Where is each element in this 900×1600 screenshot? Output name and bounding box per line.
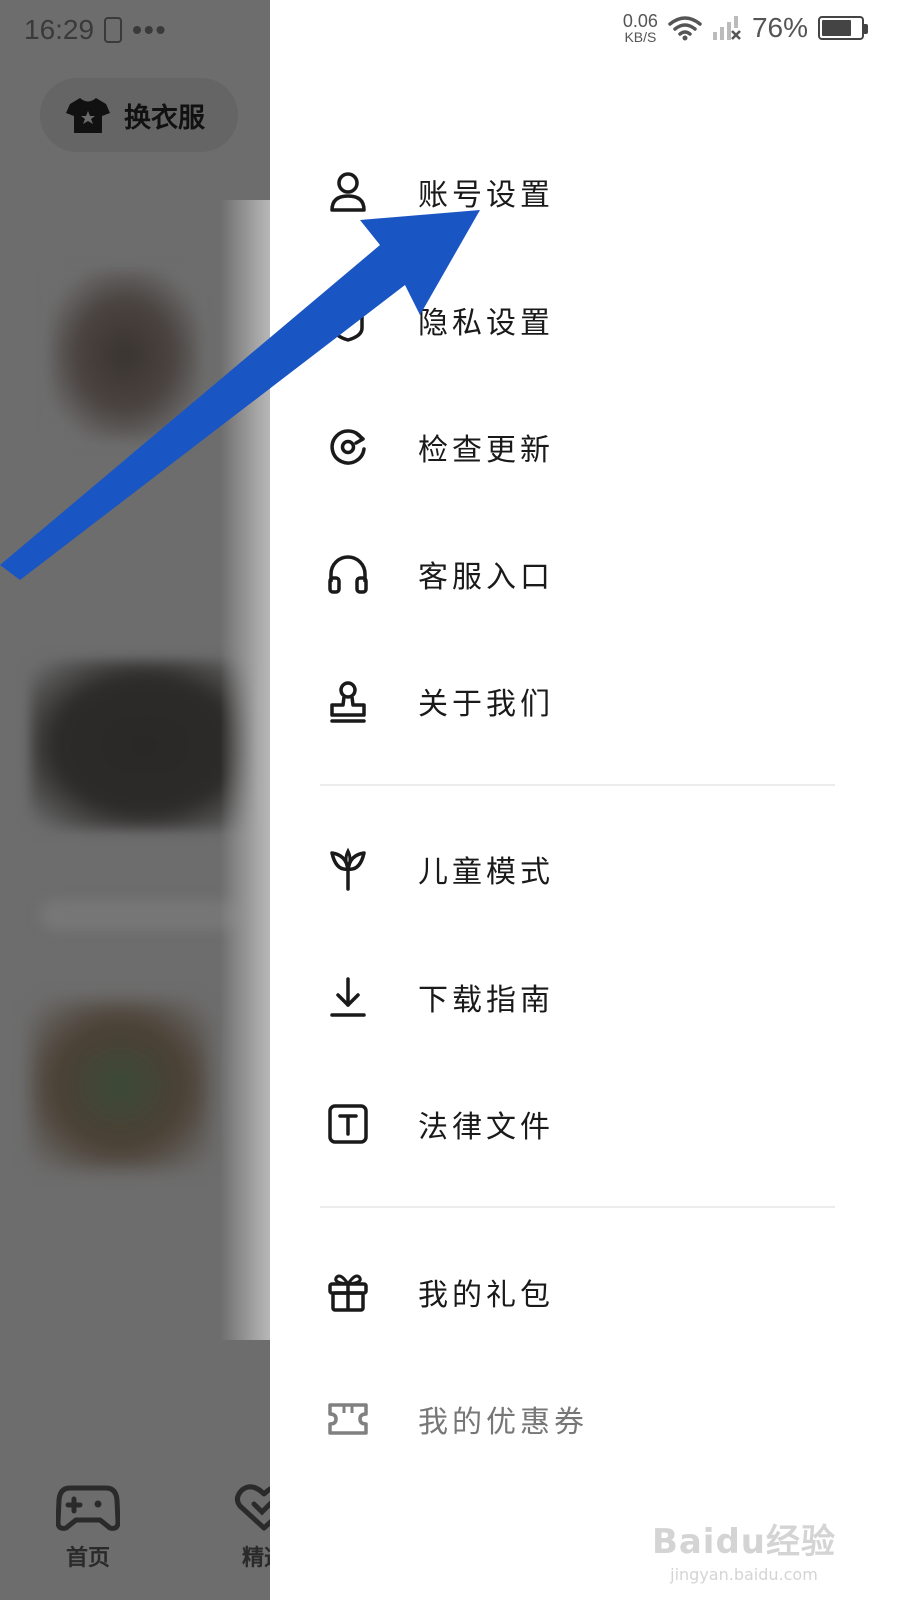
tab-featured[interactable]: 精选 xyxy=(232,1482,270,1572)
watermark: Baidu经验 jingyan.baidu.com xyxy=(652,1514,836,1584)
network-speed: 0.06 KB/S xyxy=(623,12,658,44)
menu-item-my-coupons[interactable]: 我的优惠券 xyxy=(320,1379,840,1459)
menu-item-label: 关于我们 xyxy=(418,687,554,722)
menu-item-label: 我的优惠券 xyxy=(418,1405,588,1440)
menu-item-customer-service[interactable]: 客服入口 xyxy=(320,534,840,614)
blurred-content-line xyxy=(40,900,240,930)
menu-item-label: 法律文件 xyxy=(418,1110,554,1145)
status-bar-left: 16:29 ••• xyxy=(24,14,168,46)
gift-icon xyxy=(320,1264,376,1320)
wifi-icon xyxy=(668,16,702,41)
vibrate-icon xyxy=(104,17,123,43)
menu-item-my-gifts[interactable]: 我的礼包 xyxy=(320,1252,840,1332)
menu-item-download-guide[interactable]: 下载指南 xyxy=(320,957,840,1037)
about-stamp-icon xyxy=(320,673,376,729)
menu-item-kids-mode[interactable]: 儿童模式 xyxy=(320,829,840,909)
download-icon xyxy=(320,969,376,1025)
text-box-icon xyxy=(320,1096,376,1152)
menu-item-label: 下载指南 xyxy=(418,983,554,1018)
menu-item-label: 我的礼包 xyxy=(418,1278,554,1313)
menu-item-legal-documents[interactable]: 法律文件 xyxy=(320,1084,840,1164)
privacy-icon xyxy=(320,292,376,348)
gamepad-icon xyxy=(56,1485,120,1531)
background-app: 16:29 ••• 换衣服 首页 精选 xyxy=(0,0,270,1600)
menu-item-label: 隐私设置 xyxy=(418,306,554,341)
tab-featured-label: 精选 xyxy=(241,1546,270,1571)
heart-icon xyxy=(234,1484,270,1531)
battery-percent: 76% xyxy=(751,12,808,43)
battery-fill xyxy=(822,20,851,36)
user-icon xyxy=(320,164,376,220)
change-outfit-button[interactable]: 换衣服 xyxy=(40,78,238,152)
tab-home-label: 首页 xyxy=(65,1546,110,1571)
menu-item-label: 儿童模式 xyxy=(418,855,554,890)
watermark-sub: jingyan.baidu.com xyxy=(670,1565,818,1584)
watermark-main: Baidu经验 xyxy=(651,1522,836,1562)
blurred-content-card xyxy=(30,1000,210,1170)
tshirt-icon xyxy=(66,98,110,133)
more-notifications-icon: ••• xyxy=(132,14,168,45)
no-signal-icon xyxy=(712,16,741,40)
sprout-icon xyxy=(320,841,376,897)
settings-drawer: 0.06 KB/S 76% 账号设置 隐私设置 检查更新 客服入口 关于我们 儿… xyxy=(270,0,900,1600)
menu-divider xyxy=(320,1206,835,1208)
status-bar-right: 0.06 KB/S 76% xyxy=(623,12,868,44)
coupon-icon xyxy=(320,1391,376,1447)
menu-item-label: 账号设置 xyxy=(418,178,554,213)
menu-item-about-us[interactable]: 关于我们 xyxy=(320,661,840,741)
menu-item-privacy-settings[interactable]: 隐私设置 xyxy=(320,280,840,360)
change-outfit-label: 换衣服 xyxy=(124,102,205,134)
page-edge-shadow xyxy=(220,200,270,1340)
refresh-icon xyxy=(320,419,376,475)
battery-icon xyxy=(818,16,868,40)
network-speed-unit: KB/S xyxy=(624,29,657,45)
tab-home[interactable]: 首页 xyxy=(56,1482,120,1572)
status-time: 16:29 xyxy=(24,14,95,45)
menu-divider xyxy=(320,784,835,786)
menu-item-account-settings[interactable]: 账号设置 xyxy=(320,152,840,232)
menu-item-check-updates[interactable]: 检查更新 xyxy=(320,407,840,487)
menu-item-label: 检查更新 xyxy=(418,433,554,468)
headphones-icon xyxy=(320,546,376,602)
menu-item-label: 客服入口 xyxy=(418,560,554,595)
blurred-content-card xyxy=(50,270,200,440)
network-speed-value: 0.06 xyxy=(622,11,658,31)
